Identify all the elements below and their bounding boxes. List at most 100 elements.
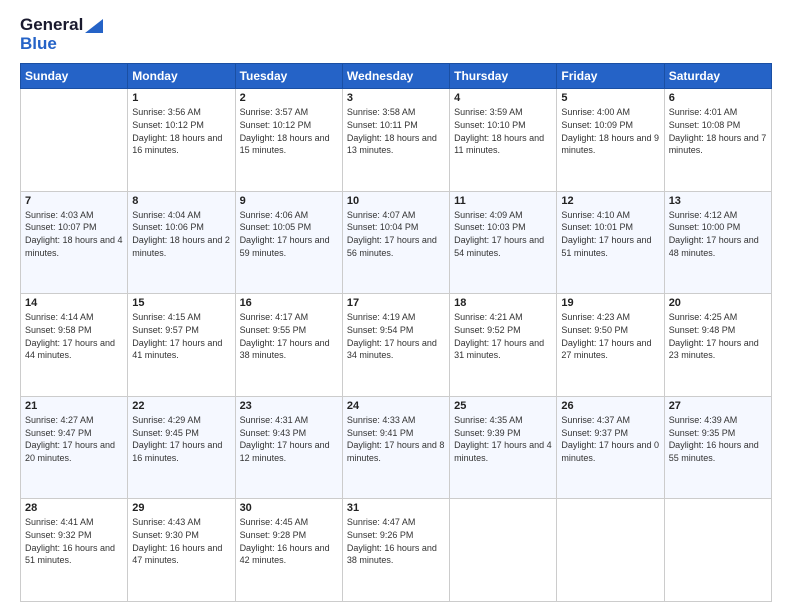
cell-day-number: 8 xyxy=(132,195,230,207)
calendar-cell: 17Sunrise: 4:19 AMSunset: 9:54 PMDayligh… xyxy=(342,294,449,397)
logo-text: General Blue xyxy=(20,16,103,53)
calendar-cell: 31 Sunrise: 4:47 AMSunset: 9:26 PMDayligh… xyxy=(342,499,449,602)
cell-day-number: 30 xyxy=(240,502,338,514)
cell-day-number: 17 xyxy=(347,297,445,309)
cell-sun-info: Sunrise: 4:03 AMSunset: 10:07 PMDaylight… xyxy=(25,209,123,259)
calendar-cell: 19Sunrise: 4:23 AMSunset: 9:50 PMDayligh… xyxy=(557,294,664,397)
page: General Blue SundayMondayTuesdayWednesda… xyxy=(0,0,792,612)
cell-day-number: 9 xyxy=(240,195,338,207)
logo-general: General xyxy=(20,16,103,35)
cell-sun-info: Sunrise: 4:01 AMSunset: 10:08 PMDaylight… xyxy=(669,106,767,156)
cell-sun-info: Sunrise: 3:57 AMSunset: 10:12 PMDaylight… xyxy=(240,106,338,156)
logo-blue: Blue xyxy=(20,35,103,54)
calendar-cell: 27 Sunrise: 4:39 AMSunset: 9:35 PMDayligh… xyxy=(664,396,771,499)
calendar-cell: 28 Sunrise: 4:41 AMSunset: 9:32 PMDayligh… xyxy=(21,499,128,602)
cell-day-number: 23 xyxy=(240,400,338,412)
calendar-cell: 2 Sunrise: 3:57 AMSunset: 10:12 PMDayligh… xyxy=(235,89,342,192)
cell-day-number: 19 xyxy=(561,297,659,309)
day-header-saturday: Saturday xyxy=(664,64,771,89)
cell-day-number: 25 xyxy=(454,400,552,412)
cell-sun-info: Sunrise: 3:59 AMSunset: 10:10 PMDaylight… xyxy=(454,106,552,156)
cell-sun-info: Sunrise: 4:12 AMSunset: 10:00 PMDaylight… xyxy=(669,209,767,259)
cell-sun-info: Sunrise: 3:56 AMSunset: 10:12 PMDaylight… xyxy=(132,106,230,156)
cell-day-number: 14 xyxy=(25,297,123,309)
cell-sun-info: Sunrise: 4:07 AMSunset: 10:04 PMDaylight… xyxy=(347,209,445,259)
calendar-cell xyxy=(450,499,557,602)
cell-day-number: 31 xyxy=(347,502,445,514)
calendar-cell: 4 Sunrise: 3:59 AMSunset: 10:10 PMDayligh… xyxy=(450,89,557,192)
cell-day-number: 2 xyxy=(240,92,338,104)
calendar-cell: 6Sunrise: 4:01 AMSunset: 10:08 PMDayligh… xyxy=(664,89,771,192)
calendar-header-row: SundayMondayTuesdayWednesdayThursdayFrid… xyxy=(21,64,772,89)
cell-day-number: 12 xyxy=(561,195,659,207)
calendar-week-4: 21Sunrise: 4:27 AMSunset: 9:47 PMDayligh… xyxy=(21,396,772,499)
calendar-cell xyxy=(557,499,664,602)
cell-sun-info: Sunrise: 4:17 AMSunset: 9:55 PMDaylight:… xyxy=(240,311,338,361)
cell-sun-info: Sunrise: 4:31 AMSunset: 9:43 PMDaylight:… xyxy=(240,414,338,464)
cell-day-number: 24 xyxy=(347,400,445,412)
cell-sun-info: Sunrise: 4:29 AMSunset: 9:45 PMDaylight:… xyxy=(132,414,230,464)
logo: General Blue xyxy=(20,16,103,53)
calendar-cell: 9 Sunrise: 4:06 AMSunset: 10:05 PMDayligh… xyxy=(235,191,342,294)
calendar-cell: 18 Sunrise: 4:21 AMSunset: 9:52 PMDayligh… xyxy=(450,294,557,397)
calendar-week-1: 1 Sunrise: 3:56 AMSunset: 10:12 PMDayligh… xyxy=(21,89,772,192)
cell-sun-info: Sunrise: 4:43 AMSunset: 9:30 PMDaylight:… xyxy=(132,516,230,566)
cell-day-number: 16 xyxy=(240,297,338,309)
calendar-cell: 20Sunrise: 4:25 AMSunset: 9:48 PMDayligh… xyxy=(664,294,771,397)
calendar-cell: 3Sunrise: 3:58 AMSunset: 10:11 PMDayligh… xyxy=(342,89,449,192)
cell-day-number: 1 xyxy=(132,92,230,104)
calendar-cell: 30 Sunrise: 4:45 AMSunset: 9:28 PMDayligh… xyxy=(235,499,342,602)
calendar-cell: 22 Sunrise: 4:29 AMSunset: 9:45 PMDayligh… xyxy=(128,396,235,499)
cell-sun-info: Sunrise: 3:58 AMSunset: 10:11 PMDaylight… xyxy=(347,106,445,156)
cell-sun-info: Sunrise: 4:15 AMSunset: 9:57 PMDaylight:… xyxy=(132,311,230,361)
cell-sun-info: Sunrise: 4:45 AMSunset: 9:28 PMDaylight:… xyxy=(240,516,338,566)
cell-day-number: 22 xyxy=(132,400,230,412)
cell-day-number: 10 xyxy=(347,195,445,207)
cell-sun-info: Sunrise: 4:14 AMSunset: 9:58 PMDaylight:… xyxy=(25,311,123,361)
cell-day-number: 11 xyxy=(454,195,552,207)
calendar-cell: 10 Sunrise: 4:07 AMSunset: 10:04 PMDaylig… xyxy=(342,191,449,294)
calendar-cell: 8 Sunrise: 4:04 AMSunset: 10:06 PMDayligh… xyxy=(128,191,235,294)
cell-sun-info: Sunrise: 4:06 AMSunset: 10:05 PMDaylight… xyxy=(240,209,338,259)
calendar-cell: 24 Sunrise: 4:33 AMSunset: 9:41 PMDayligh… xyxy=(342,396,449,499)
calendar-cell: 13Sunrise: 4:12 AMSunset: 10:00 PMDaylig… xyxy=(664,191,771,294)
calendar-cell: 29 Sunrise: 4:43 AMSunset: 9:30 PMDayligh… xyxy=(128,499,235,602)
cell-day-number: 20 xyxy=(669,297,767,309)
cell-sun-info: Sunrise: 4:35 AMSunset: 9:39 PMDaylight:… xyxy=(454,414,552,464)
calendar-cell: 26Sunrise: 4:37 AMSunset: 9:37 PMDayligh… xyxy=(557,396,664,499)
calendar-week-5: 28 Sunrise: 4:41 AMSunset: 9:32 PMDayligh… xyxy=(21,499,772,602)
day-header-wednesday: Wednesday xyxy=(342,64,449,89)
calendar-cell: 11 Sunrise: 4:09 AMSunset: 10:03 PMDaylig… xyxy=(450,191,557,294)
day-header-friday: Friday xyxy=(557,64,664,89)
cell-day-number: 28 xyxy=(25,502,123,514)
cell-sun-info: Sunrise: 4:21 AMSunset: 9:52 PMDaylight:… xyxy=(454,311,552,361)
cell-sun-info: Sunrise: 4:09 AMSunset: 10:03 PMDaylight… xyxy=(454,209,552,259)
calendar-table: SundayMondayTuesdayWednesdayThursdayFrid… xyxy=(20,63,772,602)
calendar-cell: 25 Sunrise: 4:35 AMSunset: 9:39 PMDayligh… xyxy=(450,396,557,499)
day-header-thursday: Thursday xyxy=(450,64,557,89)
cell-day-number: 29 xyxy=(132,502,230,514)
cell-sun-info: Sunrise: 4:04 AMSunset: 10:06 PMDaylight… xyxy=(132,209,230,259)
cell-day-number: 15 xyxy=(132,297,230,309)
calendar-cell: 23 Sunrise: 4:31 AMSunset: 9:43 PMDayligh… xyxy=(235,396,342,499)
cell-sun-info: Sunrise: 4:47 AMSunset: 9:26 PMDaylight:… xyxy=(347,516,445,566)
cell-day-number: 27 xyxy=(669,400,767,412)
calendar-cell: 7 Sunrise: 4:03 AMSunset: 10:07 PMDayligh… xyxy=(21,191,128,294)
calendar-week-3: 14 Sunrise: 4:14 AMSunset: 9:58 PMDayligh… xyxy=(21,294,772,397)
day-header-tuesday: Tuesday xyxy=(235,64,342,89)
cell-day-number: 26 xyxy=(561,400,659,412)
cell-sun-info: Sunrise: 4:10 AMSunset: 10:01 PMDaylight… xyxy=(561,209,659,259)
cell-sun-info: Sunrise: 4:39 AMSunset: 9:35 PMDaylight:… xyxy=(669,414,767,464)
calendar-cell: 14 Sunrise: 4:14 AMSunset: 9:58 PMDayligh… xyxy=(21,294,128,397)
cell-sun-info: Sunrise: 4:41 AMSunset: 9:32 PMDaylight:… xyxy=(25,516,123,566)
header: General Blue xyxy=(20,16,772,53)
cell-day-number: 7 xyxy=(25,195,123,207)
cell-day-number: 4 xyxy=(454,92,552,104)
cell-day-number: 5 xyxy=(561,92,659,104)
cell-day-number: 21 xyxy=(25,400,123,412)
calendar-week-2: 7 Sunrise: 4:03 AMSunset: 10:07 PMDayligh… xyxy=(21,191,772,294)
calendar-cell: 16 Sunrise: 4:17 AMSunset: 9:55 PMDayligh… xyxy=(235,294,342,397)
cell-sun-info: Sunrise: 4:33 AMSunset: 9:41 PMDaylight:… xyxy=(347,414,445,464)
cell-day-number: 18 xyxy=(454,297,552,309)
calendar-cell: 1 Sunrise: 3:56 AMSunset: 10:12 PMDayligh… xyxy=(128,89,235,192)
